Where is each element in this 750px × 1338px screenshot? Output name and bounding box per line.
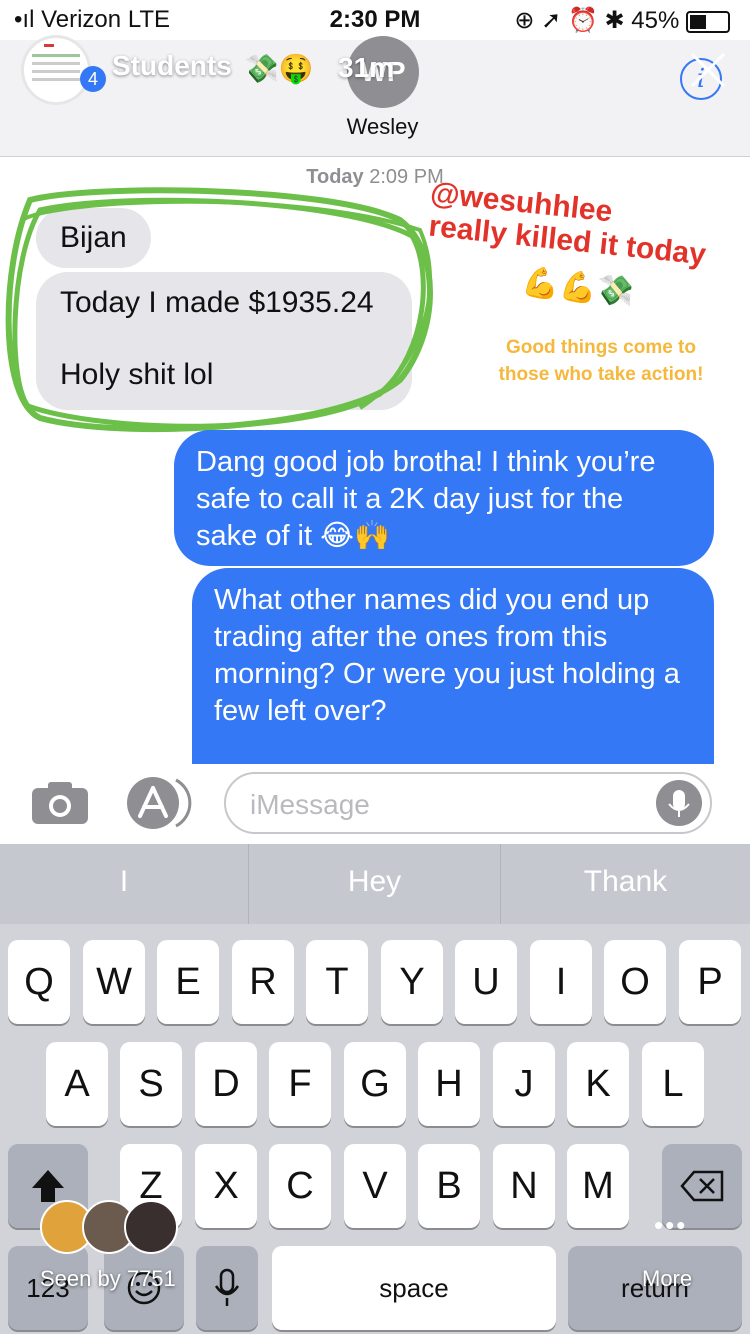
suggestion[interactable]: I — [0, 844, 248, 924]
status-bar: •ıl Verizon LTE 2:30 PM ⊕ ➚ ⏰ ✱ 45% — [0, 0, 750, 40]
microphone-icon — [214, 1268, 240, 1306]
key-g[interactable]: G — [344, 1042, 406, 1126]
message-input-field[interactable] — [224, 772, 712, 834]
highlight-circle — [5, 187, 433, 432]
key-i[interactable]: I — [530, 940, 592, 1024]
key-x[interactable]: X — [195, 1144, 257, 1228]
key-h[interactable]: H — [418, 1042, 480, 1126]
alarm-icon: ⏰ — [567, 7, 598, 34]
suggestion[interactable]: Hey — [249, 844, 500, 924]
quote-line: Good things come to — [506, 337, 696, 358]
message-input[interactable] — [248, 788, 652, 822]
more-button[interactable]: More — [642, 1266, 692, 1292]
close-icon[interactable] — [686, 48, 730, 92]
key-e[interactable]: E — [157, 940, 219, 1024]
key-q[interactable]: Q — [8, 940, 70, 1024]
status-right: ⊕ ➚ ⏰ ✱ 45% — [514, 6, 730, 35]
battery-percent: 45% — [631, 7, 680, 34]
key-m[interactable]: M — [567, 1144, 629, 1228]
story-count-badge: 4 — [80, 66, 106, 92]
outgoing-message[interactable]: Dang good job brotha! I think you’re saf… — [174, 430, 714, 566]
key-l[interactable]: L — [642, 1042, 704, 1126]
key-a[interactable]: A — [46, 1042, 108, 1126]
backspace-icon — [680, 1170, 724, 1202]
dictation-mic-icon[interactable] — [656, 780, 702, 826]
camera-icon[interactable] — [30, 780, 90, 826]
key-p[interactable]: P — [679, 940, 741, 1024]
rotation-lock-icon: ⊕ — [514, 7, 535, 34]
more-dots-icon[interactable]: ••• — [654, 1210, 687, 1241]
key-d[interactable]: D — [195, 1042, 257, 1126]
battery-icon — [686, 10, 730, 33]
key-k[interactable]: K — [567, 1042, 629, 1126]
overlay-quote: Good things come to those who take actio… — [486, 334, 716, 388]
key-j[interactable]: J — [493, 1042, 555, 1126]
key-y[interactable]: Y — [381, 940, 443, 1024]
story-emoji: 💸🤑 — [244, 53, 314, 84]
story-time: 31m — [338, 52, 395, 83]
key-t[interactable]: T — [306, 940, 368, 1024]
story-title: Students — [112, 50, 232, 81]
key-f[interactable]: F — [269, 1042, 331, 1126]
key-n[interactable]: N — [493, 1144, 555, 1228]
quicktype-bar: I Hey Thank — [0, 844, 750, 924]
key-w[interactable]: W — [83, 940, 145, 1024]
key-c[interactable]: C — [269, 1144, 331, 1228]
key-b[interactable]: B — [418, 1144, 480, 1228]
space-key[interactable]: space — [272, 1246, 556, 1330]
seen-by-count[interactable]: Seen by 7751 — [40, 1266, 176, 1292]
key-u[interactable]: U — [455, 940, 517, 1024]
dictation-key[interactable] — [196, 1246, 258, 1330]
key-r[interactable]: R — [232, 940, 294, 1024]
contact-name[interactable]: Wesley — [0, 114, 750, 140]
app-store-icon[interactable] — [126, 776, 192, 830]
key-o[interactable]: O — [604, 940, 666, 1024]
story-avatar[interactable] — [24, 38, 88, 102]
outgoing-message[interactable]: What other names did you end up trading … — [192, 568, 714, 764]
key-v[interactable]: V — [344, 1144, 406, 1228]
viewer-avatar — [124, 1200, 178, 1254]
bluetooth-icon: ✱ — [604, 7, 625, 34]
key-s[interactable]: S — [120, 1042, 182, 1126]
location-icon: ➚ — [541, 7, 562, 34]
suggestion[interactable]: Thank — [501, 844, 750, 924]
quote-line: those who take action! — [498, 364, 704, 385]
keyboard: I Hey Thank Q W E R T Y U I O P A S D F … — [0, 844, 750, 1334]
overlay-emoji: 💪💪💸 — [520, 265, 636, 310]
compose-bar — [0, 764, 750, 844]
